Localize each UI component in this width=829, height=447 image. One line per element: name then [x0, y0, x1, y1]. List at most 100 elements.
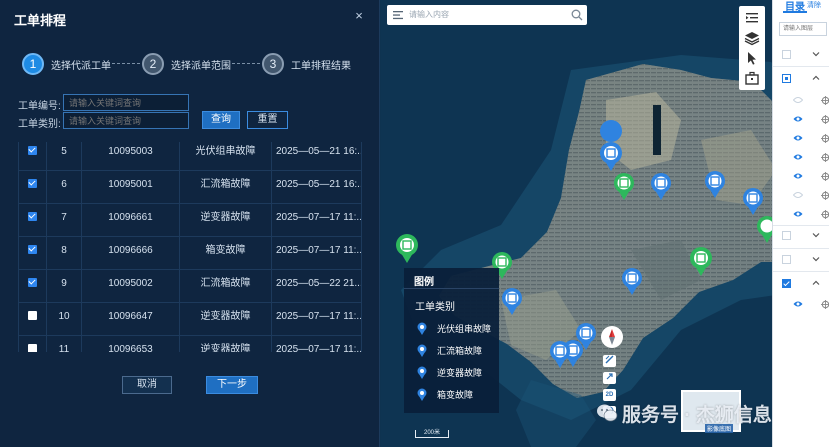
wechat-logo-icon — [597, 404, 618, 422]
row-order-no: 10095002 — [82, 270, 180, 302]
locate-icon[interactable] — [821, 96, 829, 105]
clear-link[interactable]: 清除 — [807, 0, 821, 10]
row-checkbox[interactable] — [28, 178, 37, 188]
eye-icon[interactable] — [793, 210, 803, 218]
table-row[interactable]: 6 10095001 汇流箱故障 2025—05—21 16:... — [19, 171, 361, 204]
row-order-no: 10096666 — [82, 237, 180, 269]
legend-subtitle: 工单类别 — [415, 302, 455, 313]
map-marker-icon — [417, 366, 427, 379]
row-time: 2025—07—17 11:... — [276, 245, 362, 256]
row-checkbox[interactable] — [28, 145, 37, 155]
locate-icon[interactable] — [821, 153, 829, 162]
query-button[interactable]: 查询 — [202, 111, 240, 129]
row-time: 2025—07—17 11:... — [276, 311, 362, 322]
eye-icon[interactable] — [793, 172, 803, 180]
eye-icon[interactable] — [793, 300, 803, 308]
map-marker-icon — [417, 388, 427, 401]
eye-icon[interactable] — [793, 153, 803, 161]
chevron-up-icon[interactable] — [811, 278, 821, 288]
toolbox-icon[interactable] — [744, 70, 760, 86]
order-table: 5 10095003 光伏组串故障 2025—05—21 16:... 6 10… — [18, 142, 362, 352]
list-indent-icon[interactable] — [744, 10, 760, 26]
search-icon[interactable] — [571, 9, 583, 21]
row-checkbox[interactable] — [28, 211, 37, 221]
reset-button[interactable]: 重置 — [247, 111, 288, 129]
locate-icon[interactable] — [821, 191, 829, 200]
layer-row[interactable] — [773, 167, 829, 186]
layer-group-row[interactable] — [773, 226, 829, 245]
table-row[interactable]: 8 10096666 箱变故障 2025—07—17 11:... — [19, 237, 362, 270]
chevron-down-icon[interactable] — [811, 230, 821, 240]
pointer-icon[interactable] — [744, 50, 760, 66]
layer-row[interactable] — [773, 295, 829, 314]
row-checkbox[interactable] — [28, 343, 37, 352]
compass-icon[interactable] — [601, 326, 623, 348]
legend-title: 图例 — [414, 277, 434, 288]
row-type: 汇流箱故障 — [180, 270, 272, 302]
locate-icon[interactable] — [821, 172, 829, 181]
table-row[interactable]: 7 10096661 逆变器故障 2025—07—17 11:... — [19, 204, 361, 237]
layer-checkbox[interactable] — [782, 255, 791, 264]
row-time: 2025—05—21 16:... — [276, 146, 362, 157]
layer-checkbox[interactable] — [782, 279, 791, 288]
legend-item-label: 箱变故障 — [437, 389, 474, 400]
close-icon[interactable]: × — [352, 9, 366, 23]
locate-icon[interactable] — [821, 134, 829, 143]
schedule-dialog: 工单排程 × 1 选择代派工单 2 选择派单范围 3 工单排程结果 工单编号: … — [0, 0, 380, 447]
row-checkbox[interactable] — [28, 310, 37, 320]
locate-icon[interactable] — [821, 210, 829, 219]
layer-checkbox[interactable] — [782, 74, 791, 83]
map-search-bar[interactable]: 请输入内容 — [387, 5, 587, 25]
layer-row[interactable] — [773, 91, 829, 110]
rotate-view-button[interactable] — [603, 355, 616, 367]
layer-group-row[interactable] — [773, 274, 829, 293]
layer-group-row[interactable] — [773, 250, 829, 269]
row-checkbox[interactable] — [28, 244, 37, 254]
legend-item: 汇流箱故障 — [417, 343, 482, 357]
row-type: 光伏组串故障 — [180, 142, 272, 170]
order-no-input[interactable] — [63, 94, 189, 111]
row-index: 9 — [47, 270, 82, 302]
map-toolbar — [739, 6, 765, 90]
table-row[interactable]: 10 10096647 逆变器故障 2025—07—17 11:... — [19, 303, 362, 336]
legend-item: 光伏组串故障 — [417, 321, 491, 335]
row-index: 10 — [47, 303, 82, 335]
layer-row[interactable] — [773, 129, 829, 148]
layer-row[interactable] — [773, 205, 829, 224]
layer-checkbox[interactable] — [782, 231, 791, 240]
chevron-down-icon[interactable] — [811, 49, 821, 59]
legend-item: 逆变器故障 — [417, 365, 482, 379]
map-view[interactable]: 请输入内容 图例 工单类别 光伏组串故障 汇流箱故障 逆变器故障 箱变故障 2D… — [381, 0, 829, 447]
eye-hidden-icon[interactable] — [793, 96, 803, 104]
row-index: 11 — [47, 336, 82, 352]
locate-icon[interactable] — [821, 300, 829, 309]
layer-row[interactable] — [773, 186, 829, 205]
table-row[interactable]: 9 10095002 汇流箱故障 2025—05—22 21... — [19, 270, 361, 303]
layer-row[interactable] — [773, 148, 829, 167]
layer-search-input[interactable] — [779, 22, 827, 36]
cancel-button[interactable]: 取消 — [122, 376, 172, 394]
eye-icon[interactable] — [793, 115, 803, 123]
layer-group-row[interactable] — [773, 69, 829, 88]
2d-toggle-button[interactable]: 2D — [603, 389, 616, 401]
list-menu-icon[interactable] — [393, 10, 403, 20]
locate-icon[interactable] — [821, 115, 829, 124]
order-type-input[interactable] — [63, 112, 189, 129]
legend-divider — [404, 288, 499, 289]
map-search-placeholder: 请输入内容 — [409, 10, 449, 19]
layers-icon[interactable] — [744, 30, 760, 46]
chevron-down-icon[interactable] — [811, 254, 821, 264]
row-order-no: 10096661 — [82, 204, 180, 236]
table-row[interactable]: 5 10095003 光伏组串故障 2025—05—21 16:... — [19, 142, 362, 171]
next-step-button[interactable]: 下一步 — [206, 376, 258, 394]
zoom-button[interactable] — [603, 372, 616, 384]
table-row[interactable]: 11 10096653 逆变器故障 2025—07—17 11:... — [19, 336, 361, 352]
eye-hidden-icon[interactable] — [793, 191, 803, 199]
step-number: 1 — [22, 53, 44, 75]
layer-group-row[interactable] — [773, 45, 829, 64]
row-checkbox[interactable] — [28, 277, 37, 287]
chevron-up-icon[interactable] — [811, 73, 821, 83]
eye-icon[interactable] — [793, 134, 803, 142]
layer-row[interactable] — [773, 110, 829, 129]
layer-checkbox[interactable] — [782, 50, 791, 59]
